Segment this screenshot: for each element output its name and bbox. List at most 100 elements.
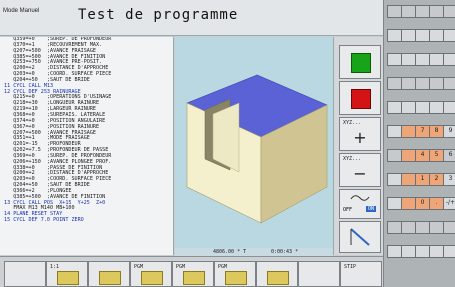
softkey-3[interactable] <box>88 261 130 287</box>
keypad-key[interactable]: 7 <box>415 125 430 138</box>
keypad-key[interactable] <box>429 101 444 114</box>
keypad-key[interactable] <box>387 101 402 114</box>
machine-mode-red-button[interactable] <box>339 81 381 115</box>
zoom-in-label: XYZ... <box>343 120 362 126</box>
keypad-key[interactable]: 1 <box>415 173 430 186</box>
wave-icon <box>350 195 370 201</box>
tool-path-button[interactable] <box>339 221 381 253</box>
softkey-9[interactable]: STIP <box>340 261 382 287</box>
keypad-key[interactable] <box>415 101 430 114</box>
keypad-key[interactable] <box>401 245 416 258</box>
keypad-key[interactable] <box>387 77 402 90</box>
keypad-key[interactable] <box>387 197 402 210</box>
softkey-label: STIP <box>344 264 357 270</box>
program-icon <box>267 271 289 285</box>
keypad-key[interactable]: 0 <box>415 197 430 210</box>
softkey-7[interactable] <box>256 261 298 287</box>
keypad-key[interactable] <box>415 245 430 258</box>
keypad-key[interactable] <box>429 245 444 258</box>
keypad-key[interactable]: 6 <box>443 149 455 162</box>
red-machine-icon <box>351 89 371 109</box>
softkey-2[interactable]: 1:1 <box>46 261 88 287</box>
toggle-off-label: OFF <box>343 207 353 213</box>
workpiece-3d-view <box>186 74 328 224</box>
softkey-5[interactable]: PGM <box>172 261 214 287</box>
keypad-key[interactable] <box>401 221 416 234</box>
graphics-view <box>175 37 333 255</box>
keypad-key[interactable] <box>415 5 430 18</box>
keypad-key[interactable]: 5 <box>429 149 444 162</box>
keypad-key[interactable] <box>387 5 402 18</box>
display-toggle-button[interactable]: OFF ON <box>339 189 381 219</box>
keypad-key[interactable] <box>443 77 455 90</box>
keypad-key[interactable]: 8 <box>429 125 444 138</box>
keypad-key[interactable] <box>429 53 444 66</box>
keypad-key[interactable] <box>429 77 444 90</box>
keypad-key[interactable] <box>401 53 416 66</box>
view-status-right: 0:00:43 * <box>271 249 299 255</box>
program-icon <box>141 271 163 285</box>
softkey-1[interactable] <box>4 261 46 287</box>
keypad-key[interactable] <box>387 149 402 162</box>
softkey-label: PGM <box>134 264 144 270</box>
keypad-key[interactable] <box>443 53 455 66</box>
keypad-key[interactable] <box>415 53 430 66</box>
keypad-key[interactable] <box>429 29 444 42</box>
zoom-out-button[interactable]: XYZ... − <box>339 153 381 187</box>
program-icon <box>225 271 247 285</box>
keypad-key[interactable] <box>415 29 430 42</box>
keypad-key[interactable] <box>401 77 416 90</box>
green-machine-icon <box>351 53 371 73</box>
keypad-key[interactable] <box>387 173 402 186</box>
keypad-key[interactable] <box>401 125 416 138</box>
keypad-key[interactable]: 9 <box>443 125 455 138</box>
side-button-panel: XYZ... + XYZ... − OFF ON <box>333 37 383 255</box>
program-icon <box>57 271 79 285</box>
keypad-key[interactable] <box>387 29 402 42</box>
zoom-in-button[interactable]: XYZ... + <box>339 117 381 151</box>
mode-label: Mode Manuel <box>3 8 40 14</box>
softkey-6[interactable]: PGM <box>214 261 256 287</box>
plus-icon: + <box>353 128 367 147</box>
toggle-on-label: ON <box>366 206 377 212</box>
keypad-key[interactable]: -/+ <box>443 197 455 210</box>
keypad-key[interactable]: . <box>429 197 444 210</box>
machine-mode-green-button[interactable] <box>339 45 381 79</box>
keypad-key[interactable] <box>429 5 444 18</box>
softkey-label: PGM <box>218 264 228 270</box>
softkey-4[interactable]: PGM <box>130 261 172 287</box>
keypad-key[interactable] <box>401 149 416 162</box>
keypad-key[interactable] <box>387 125 402 138</box>
keypad-key[interactable]: 4 <box>415 149 430 162</box>
keypad-key[interactable]: 3 <box>443 173 455 186</box>
zoom-out-label: XYZ... <box>343 156 362 162</box>
keypad-key[interactable] <box>401 173 416 186</box>
keypad-key[interactable] <box>401 5 416 18</box>
keypad-key[interactable] <box>429 221 444 234</box>
keypad-key[interactable] <box>401 29 416 42</box>
softkey-8[interactable] <box>298 261 340 287</box>
program-icon <box>183 271 205 285</box>
keypad-key[interactable] <box>415 77 430 90</box>
keypad-key[interactable] <box>443 5 455 18</box>
control-keypad: 7 8 9 4 5 6 1 2 3 0. -/+ <box>383 0 455 287</box>
view-status-left: 4806.00 * T <box>213 249 247 255</box>
keypad-key[interactable] <box>443 29 455 42</box>
keypad-key[interactable] <box>387 245 402 258</box>
program-line[interactable]: 15 CYCL DEF 7.0 POINT ZERO <box>0 217 173 224</box>
softkey-label: 1:1 <box>50 264 60 270</box>
program-icon <box>99 271 121 285</box>
keypad-key[interactable] <box>443 221 455 234</box>
keypad-key[interactable]: 2 <box>429 173 444 186</box>
softkey-bar: 1:1 PGM PGM PGM STIP <box>0 256 383 287</box>
keypad-key[interactable] <box>387 53 402 66</box>
keypad-key[interactable] <box>401 101 416 114</box>
keypad-key[interactable] <box>415 221 430 234</box>
keypad-key[interactable] <box>443 101 455 114</box>
keypad-key[interactable] <box>401 197 416 210</box>
keypad-key[interactable] <box>443 245 455 258</box>
keypad-key[interactable] <box>387 221 402 234</box>
program-listing[interactable]: Q359=+0 ;SUREP. DE PROFONDEUR Q370=+1 ;R… <box>0 37 174 255</box>
softkey-label: PGM <box>176 264 186 270</box>
tool-path-icon <box>350 228 370 246</box>
